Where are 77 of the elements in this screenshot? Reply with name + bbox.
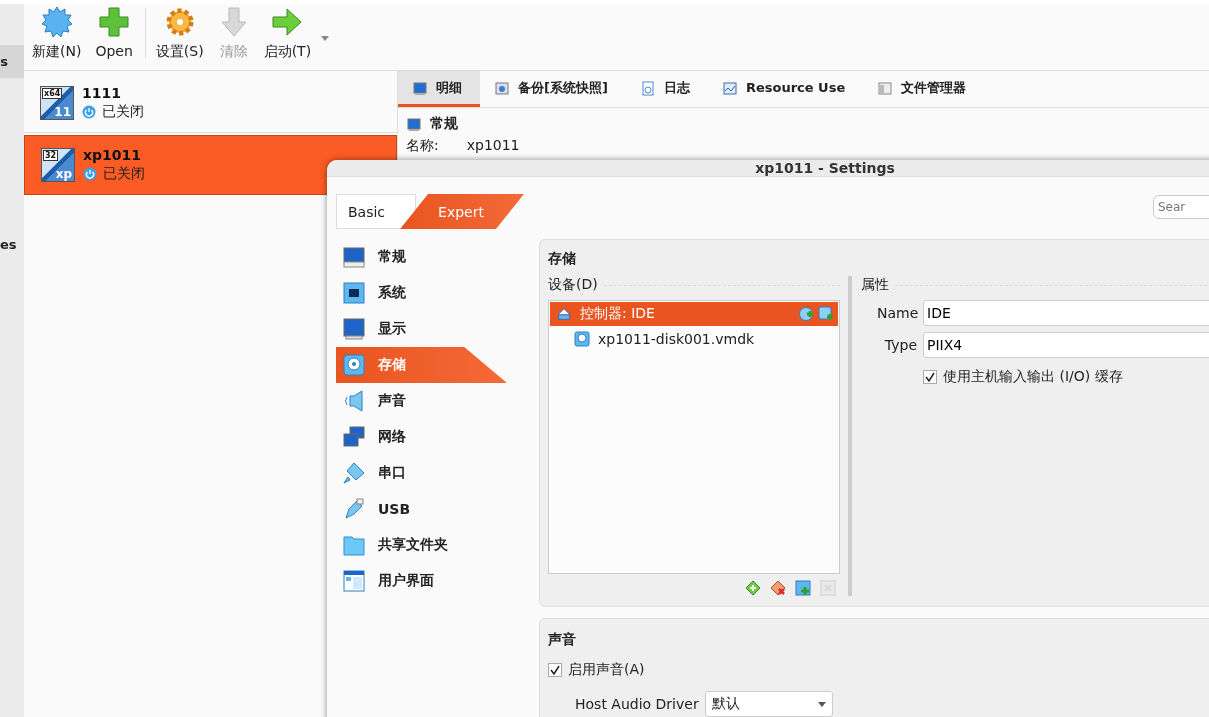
speaker-icon [342,389,366,413]
starburst-icon [40,6,73,38]
os-label: 11 [54,104,71,119]
settings-nav-item[interactable]: 系统 [336,275,507,311]
panel-title: 存储 [548,250,577,268]
vm-name: 1111 [82,84,122,101]
settings-nav-item[interactable]: 网络 [336,419,507,455]
chip-icon [342,281,366,305]
checkbox-label: 启用声音(A) [568,661,645,679]
vm-list-item[interactable]: x64 11 1111 已关闭 [24,73,397,133]
toolbar-button[interactable]: 设置(S) [151,4,208,61]
settings-nav-item[interactable]: 显示 [336,311,507,347]
monitor-icon [406,116,422,132]
input-field[interactable]: PIIX4 [923,332,1209,358]
dropdown-arrow-icon[interactable] [321,36,330,41]
field-label: Type [883,337,917,353]
field-label: Name [877,305,917,321]
group-label: 设备(D) [548,276,598,294]
settings-nav-item[interactable]: 串口 [336,455,507,491]
vm-state: 已关闭 [103,165,145,183]
tab[interactable]: 明细 [398,71,480,107]
right-arrow-icon [271,6,304,38]
group-label: 属性 [861,276,889,294]
tree-item[interactable]: 控制器: IDE [550,302,838,326]
caret-icon [817,701,826,707]
field-value: xp1011 [466,137,520,155]
sidebar-item[interactable]: es [0,228,24,261]
vm-state: 已关闭 [102,102,144,121]
plug-icon [342,461,366,485]
settings-nav-item[interactable]: 用户界面 [336,563,507,599]
folder-icon [342,533,366,557]
driver-dropdown[interactable]: 默认 [704,691,833,717]
power-icon [83,167,97,181]
checkbox[interactable] [923,370,937,384]
power-icon [82,104,96,119]
checkbox-label: 使用主机输入输出 (I/O) 缓存 [943,368,1123,386]
remove-controller-icon[interactable] [770,580,786,596]
os-badge: 32 [43,150,59,161]
panel-title: 声音 [548,631,577,649]
camera-icon [494,79,510,96]
section-title: 常规 [430,115,458,133]
tab[interactable]: 备份[系统快照] [480,71,626,107]
settings-nav-item[interactable]: 共享文件夹 [336,527,507,563]
os-badge: x64 [42,87,63,99]
monitors-icon [342,425,366,449]
checkbox[interactable] [548,663,562,677]
field-label: Host Audio Driver [575,696,699,712]
settings-nav-item[interactable]: 声音 [336,383,507,419]
tab[interactable]: 文件管理器 [863,71,985,107]
tree-item[interactable]: xp1011-disk001.vmdk [550,326,838,352]
field-label: 名称: [406,137,439,155]
monitor-icon [342,317,366,341]
monitor-icon [412,79,428,96]
window-icon [877,79,894,96]
vm-name: xp1011 [83,147,143,163]
tab[interactable]: 日志 [625,71,708,107]
tab[interactable]: Resource Use [707,71,864,107]
monitor-icon [342,245,366,269]
search-field[interactable]: Sear [1153,194,1209,219]
settings-nav-item[interactable]: USB [336,491,507,527]
window-icon [342,569,366,593]
dialog-title: xp1011 - Settings [755,160,895,176]
usb-icon [342,497,366,521]
settings-nav-item[interactable]: 常规 [336,239,507,275]
sidebar-item[interactable]: s [0,45,24,78]
clock-icon [639,79,656,96]
controller-icon [556,306,572,322]
toolbar-button[interactable]: Open [91,4,137,59]
mode-tab[interactable]: Basic [336,194,417,229]
toolbar-button[interactable]: 新建(N) [28,4,86,61]
os-label: xp [55,167,72,181]
input-field[interactable]: IDE [923,300,1209,326]
toolbar-button[interactable]: 启动(T) [259,4,316,61]
chart-icon [721,79,738,96]
plus-icon [98,6,131,38]
add-disc-icon[interactable] [798,306,814,322]
add-controller-icon[interactable] [745,580,761,596]
